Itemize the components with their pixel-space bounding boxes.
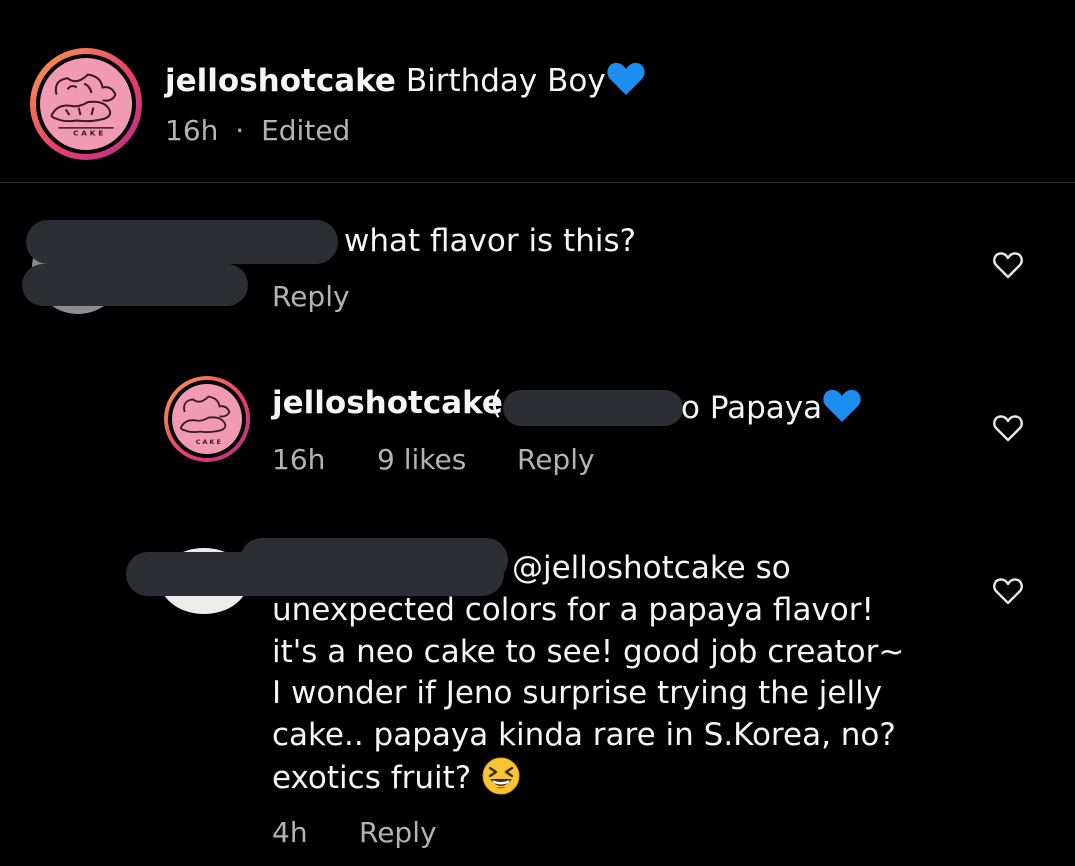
comment-line: cake.. papaya kinda rare in S.Korea, no?	[272, 716, 896, 753]
blue-heart-emoji	[823, 389, 861, 422]
comment-time: 4h	[272, 816, 308, 849]
grinning-squinting-face-emoji	[482, 757, 520, 795]
caption-meta: 16h · Edited	[165, 117, 350, 145]
mention-link[interactable]: @jelloshotcake	[512, 550, 746, 586]
redaction-bar	[26, 220, 338, 264]
jelloshotcake-logo: CAKE	[40, 58, 132, 150]
caption-avatar[interactable]: CAKE	[30, 48, 142, 160]
caption-time: 16h	[165, 114, 219, 147]
heart-outline-icon[interactable]	[992, 576, 1024, 606]
heart-outline-icon[interactable]	[992, 250, 1024, 280]
reply-avatar[interactable]: CAKE	[164, 376, 250, 462]
blue-heart-emoji	[607, 62, 645, 95]
comment-text-block: unexpected colors for a papaya flavor! i…	[272, 590, 992, 800]
reply-button[interactable]: Reply	[272, 283, 350, 311]
reply-time: 16h	[272, 443, 326, 476]
heart-outline-icon[interactable]	[992, 413, 1024, 443]
caption-text: Birthday Boy	[405, 63, 606, 99]
reply-username[interactable]: jelloshotcake	[272, 388, 503, 419]
mention-line: @jelloshotcake so	[512, 553, 791, 584]
mention-fragment: (	[490, 385, 503, 421]
comment-line-last: exotics fruit?	[272, 756, 992, 800]
redaction-bar	[22, 264, 248, 306]
comment-line: exotics fruit?	[272, 760, 472, 796]
comment-line: I wonder if Jeno surprise trying the jel…	[272, 675, 883, 711]
edited-label: Edited	[261, 114, 351, 147]
comment-line: it's a neo cake to see! good job creator…	[272, 633, 905, 670]
jelloshotcake-logo: CAKE	[172, 384, 242, 454]
logo-icon: CAKE	[50, 73, 117, 137]
comment-line: unexpected colors for a papaya flavor!	[272, 592, 874, 628]
header-divider	[0, 182, 1075, 183]
svg-text:CAKE: CAKE	[73, 128, 106, 137]
reply-button[interactable]: Reply	[517, 446, 595, 474]
reply-text: o Papaya	[681, 388, 862, 424]
caption-line: jelloshotcake Birthday Boy	[165, 61, 646, 97]
comment-text: what flavor is this?	[344, 223, 637, 259]
svg-text:CAKE: CAKE	[196, 439, 223, 446]
meta-separator: ·	[235, 114, 245, 147]
caption-username[interactable]: jelloshotcake	[165, 63, 396, 99]
reply-button[interactable]: Reply	[359, 819, 437, 847]
likes-count[interactable]: 9 likes	[377, 446, 466, 474]
logo-icon: CAKE	[179, 395, 231, 446]
comment-line: so	[755, 550, 791, 586]
redaction-bar	[503, 390, 683, 426]
